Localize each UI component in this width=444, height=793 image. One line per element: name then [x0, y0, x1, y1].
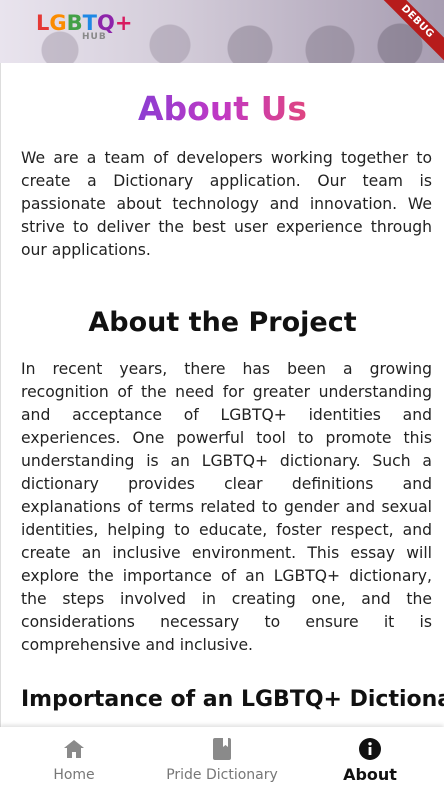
project-paragraph: In recent years, there has been a growin…	[21, 360, 432, 654]
app-logo: LGBTQ+	[36, 12, 132, 34]
logo-letter: +	[114, 11, 133, 35]
nav-label-pride-dictionary: Pride Dictionary	[166, 767, 278, 783]
page-title: About Us	[1, 91, 444, 127]
intro-paragraph: We are a team of developers working toge…	[21, 149, 432, 259]
nav-item-home[interactable]: Home	[0, 727, 148, 793]
info-icon	[358, 737, 382, 761]
bottom-navigation: Home Pride Dictionary About	[0, 727, 444, 793]
nav-label-home: Home	[53, 767, 95, 783]
logo-subtitle: HUB	[82, 32, 107, 42]
logo-text: LGBTQ+	[36, 12, 132, 34]
home-icon	[62, 737, 86, 761]
about-content[interactable]: About Us We are a team of developers wor…	[0, 63, 444, 727]
project-heading: About the Project	[88, 307, 357, 338]
nav-item-pride-dictionary[interactable]: Pride Dictionary	[148, 727, 296, 793]
book-icon	[210, 737, 234, 761]
nav-item-about[interactable]: About	[296, 727, 444, 793]
importance-heading: Importance of an LGBTQ+ Dictionary	[21, 687, 444, 712]
logo-letter: Q	[96, 11, 115, 35]
logo-letter: T	[82, 11, 97, 35]
app-header: LGBTQ+ HUB DEBUG	[0, 0, 444, 63]
nav-label-about: About	[343, 765, 397, 784]
logo-letter: G	[49, 11, 67, 35]
logo-letter: B	[66, 11, 83, 35]
logo-letter: L	[36, 11, 50, 35]
